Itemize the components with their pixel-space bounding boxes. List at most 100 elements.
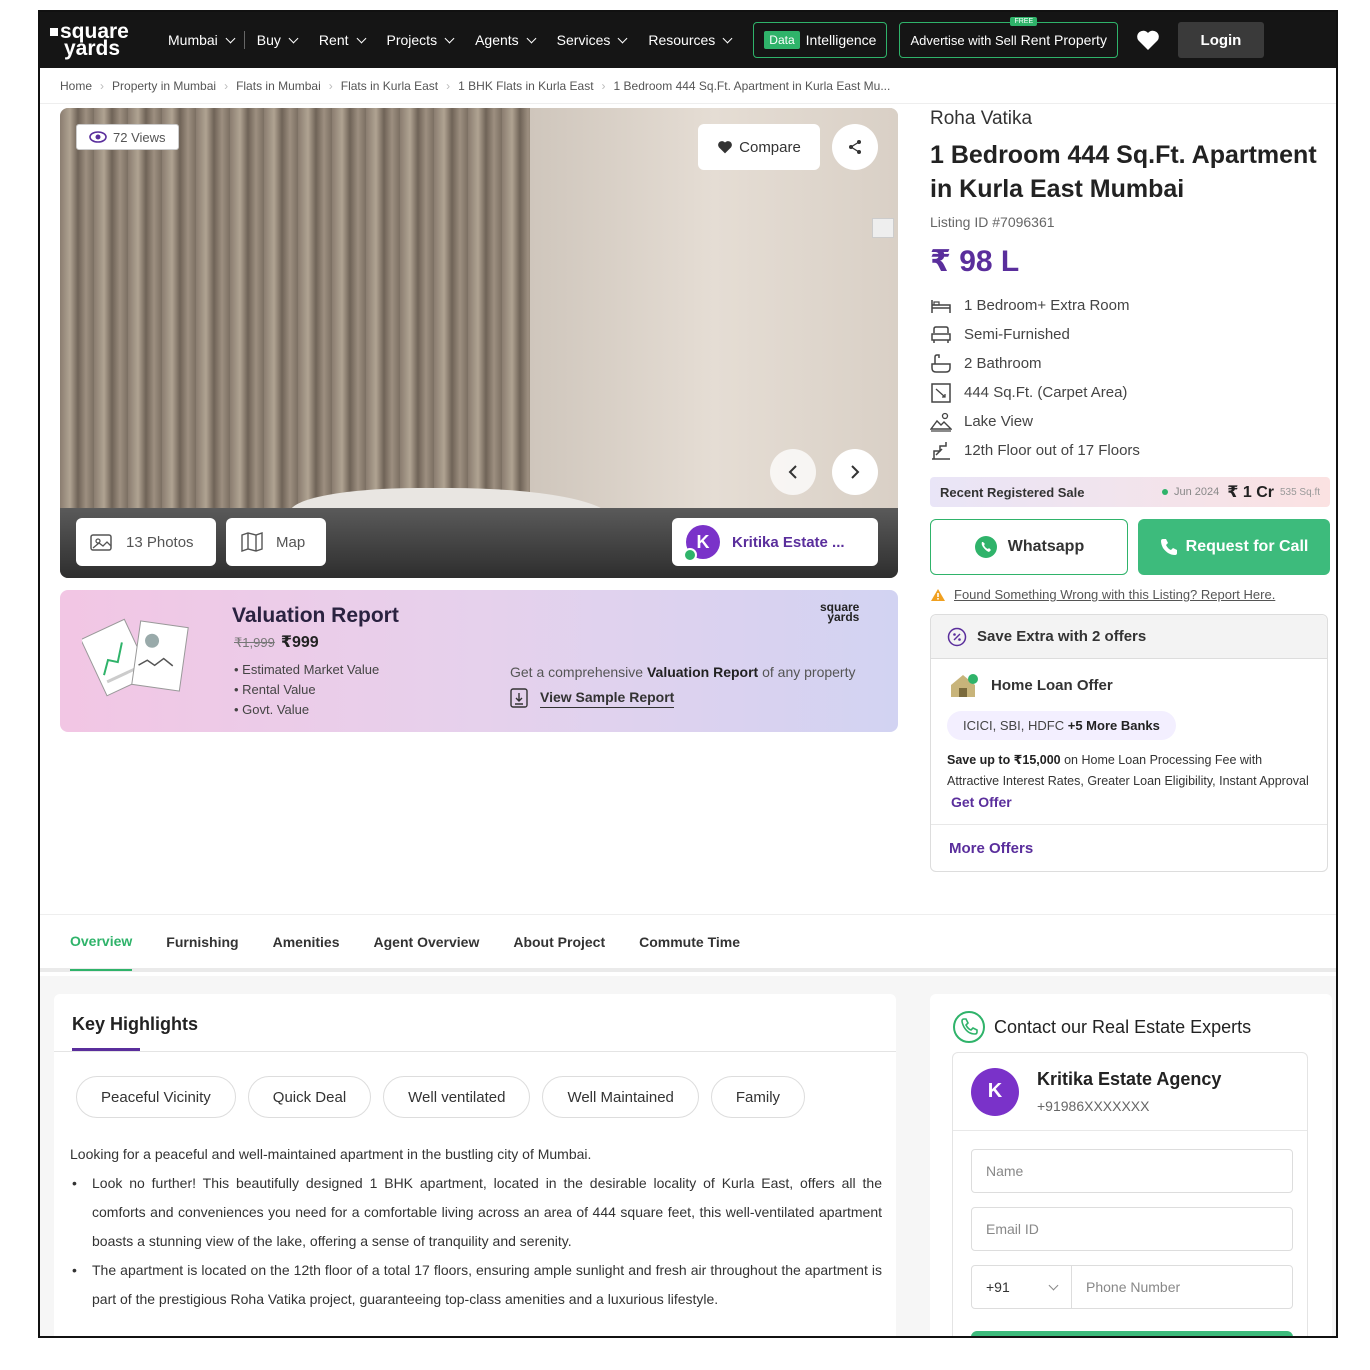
nav-buy[interactable]: Buy xyxy=(256,32,299,48)
valuation-desc-pre: Get a comprehensive xyxy=(510,664,644,680)
chevron-down-icon xyxy=(444,33,455,43)
tab-commute-time[interactable]: Commute Time xyxy=(639,913,740,971)
phone-circle-icon xyxy=(953,1011,985,1043)
squareyards-logo[interactable]: square yards xyxy=(50,21,140,60)
photo-gallery[interactable]: 72 Views Compare 13 Photos Map K Kritika… xyxy=(60,108,898,578)
tab-furnishing[interactable]: Furnishing xyxy=(166,913,238,971)
area-icon xyxy=(931,382,951,403)
nav-services[interactable]: Services xyxy=(557,32,628,48)
project-name[interactable]: Roha Vatika xyxy=(930,108,1330,130)
breadcrumb-flats-kurla[interactable]: Flats in Kurla East xyxy=(341,79,438,93)
nav-agents-label: Agents xyxy=(475,32,519,48)
nav-rent[interactable]: Rent xyxy=(319,32,366,48)
highlight-chips: Peaceful Vicinity Quick Deal Well ventil… xyxy=(76,1076,806,1118)
feature-text: 2 Bathroom xyxy=(964,355,1042,372)
nav-projects[interactable]: Projects xyxy=(386,32,455,48)
photos-label: 13 Photos xyxy=(126,533,194,551)
feature-view: Lake View xyxy=(930,407,1330,436)
city-selector[interactable]: Mumbai xyxy=(168,32,236,48)
submit-button[interactable] xyxy=(971,1331,1293,1336)
heart-icon xyxy=(718,141,733,154)
agent-chip-button[interactable]: K Kritika Estate ... xyxy=(672,518,878,566)
highlight-chip: Well ventilated xyxy=(383,1076,531,1118)
city-label: Mumbai xyxy=(168,32,218,48)
breadcrumb-flats-mumbai[interactable]: Flats in Mumbai xyxy=(236,79,321,93)
country-code-select[interactable]: +91 xyxy=(972,1266,1072,1308)
breadcrumb-property-mumbai[interactable]: Property in Mumbai xyxy=(112,79,216,93)
breadcrumb-separator: › xyxy=(328,78,333,93)
nav-agents[interactable]: Agents xyxy=(475,32,537,48)
name-field[interactable]: Name xyxy=(971,1149,1293,1193)
tab-overview[interactable]: Overview xyxy=(70,913,133,971)
chevron-left-icon xyxy=(788,465,797,479)
more-offers-link[interactable]: More Offers xyxy=(931,825,1327,871)
valuation-feature: Rental Value xyxy=(234,680,379,700)
view-sample-report-label: View Sample Report xyxy=(540,689,675,708)
property-summary: Roha Vatika 1 Bedroom 444 Sq.Ft. Apartme… xyxy=(930,108,1330,872)
compare-button[interactable]: Compare xyxy=(698,124,820,170)
property-price: ₹ 98 L xyxy=(930,245,1020,278)
bathtub-icon xyxy=(931,353,951,373)
tab-agent-overview[interactable]: Agent Overview xyxy=(374,913,480,971)
cta-row: Whatsapp Request for Call xyxy=(930,519,1330,575)
photos-button[interactable]: 13 Photos xyxy=(76,518,216,566)
tab-about-project[interactable]: About Project xyxy=(513,913,605,971)
breadcrumb-home[interactable]: Home xyxy=(60,79,92,93)
prev-photo-button[interactable] xyxy=(770,449,816,495)
agent-name[interactable]: Kritika Estate Agency xyxy=(1037,1069,1221,1090)
chevron-down-icon xyxy=(225,33,236,43)
chevron-down-icon xyxy=(526,33,537,43)
home-loan-icon xyxy=(951,674,978,697)
whatsapp-button[interactable]: Whatsapp xyxy=(930,519,1128,575)
highlight-chip: Quick Deal xyxy=(247,1076,372,1118)
email-field[interactable]: Email ID xyxy=(971,1207,1293,1251)
share-icon xyxy=(849,140,861,154)
logo-line2: yards xyxy=(64,37,121,60)
nav-projects-label: Projects xyxy=(386,32,438,48)
free-badge: FREE xyxy=(1010,17,1038,26)
request-call-button[interactable]: Request for Call xyxy=(1138,519,1330,575)
whatsapp-icon xyxy=(974,536,997,558)
view-sample-report-link[interactable]: View Sample Report xyxy=(510,688,675,708)
recent-registered-sale[interactable]: Recent Registered Sale Jun 2024 ₹ 1 Cr 5… xyxy=(930,477,1330,507)
chevron-down-icon xyxy=(1048,1280,1059,1290)
feature-floor: 12th Floor out of 17 Floors xyxy=(930,436,1330,465)
next-photo-button[interactable] xyxy=(832,449,878,495)
phone-number-input[interactable]: Phone Number xyxy=(1072,1279,1180,1295)
section-tabs: Overview Furnishing Amenities Agent Over… xyxy=(40,914,1336,972)
listing-id: Listing ID #7096361 xyxy=(930,214,1055,230)
banks-more: +5 More Banks xyxy=(1067,718,1160,733)
highlight-chip: Family xyxy=(710,1076,806,1118)
valuation-report-banner[interactable]: Valuation Report ₹1,999 ₹999 Estimated Ma… xyxy=(60,590,898,732)
eye-icon xyxy=(89,131,107,143)
get-offer-link[interactable]: Get Offer xyxy=(951,794,1012,810)
home-loan-offer: Home Loan Offer ICICI, SBI, HDFC +5 More… xyxy=(931,659,1327,825)
advertise-rent-property-button[interactable]: FREE Advertise with Sell Rent Property xyxy=(899,17,1118,58)
report-listing-link[interactable]: Found Something Wrong with this Listing?… xyxy=(930,587,1330,602)
agent-avatar: K xyxy=(683,525,720,562)
login-button[interactable]: Login xyxy=(1177,22,1264,58)
tab-amenities[interactable]: Amenities xyxy=(273,913,340,971)
agent-chip-label: Kritika Estate ... xyxy=(732,533,845,551)
share-button[interactable] xyxy=(832,124,878,170)
contact-title: Contact our Real Estate Experts xyxy=(994,1016,1252,1037)
intelligence-label: Intelligence xyxy=(805,32,877,48)
map-label: Map xyxy=(276,533,306,551)
nav-resources[interactable]: Resources xyxy=(648,32,733,48)
home-loan-description: Save up to ₹15,000 on Home Loan Processi… xyxy=(947,750,1311,814)
feature-furnishing: Semi-Furnished xyxy=(930,320,1330,349)
map-button[interactable]: Map xyxy=(226,518,326,566)
breadcrumb-1bhk-kurla[interactable]: 1 BHK Flats in Kurla East xyxy=(458,79,593,93)
heart-icon[interactable] xyxy=(1136,29,1160,51)
divider xyxy=(54,1051,896,1052)
data-intelligence-button[interactable]: Data Intelligence xyxy=(753,22,888,58)
valuation-old-price: ₹1,999 xyxy=(234,635,275,650)
chevron-down-icon xyxy=(617,33,628,43)
nav-buy-label: Buy xyxy=(256,32,281,48)
photo-icon xyxy=(90,534,112,551)
banks-chip[interactable]: ICICI, SBI, HDFC +5 More Banks xyxy=(947,711,1176,740)
whatsapp-label: Whatsapp xyxy=(1007,538,1085,555)
warning-icon xyxy=(931,588,945,601)
home-loan-save-amount: Save up to ₹15,000 xyxy=(947,753,1061,767)
breadcrumb-current: 1 Bedroom 444 Sq.Ft. Apartment in Kurla … xyxy=(613,78,891,93)
